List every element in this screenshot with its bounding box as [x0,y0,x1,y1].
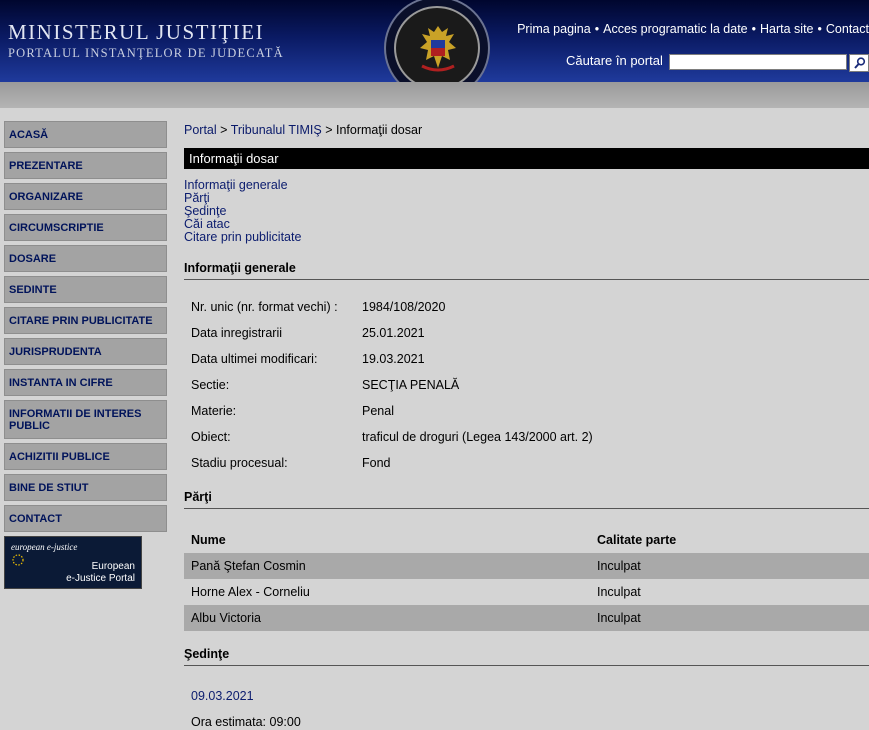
anchor-informatii-generale[interactable]: Informaţii generale [184,179,869,192]
sedinta-ora: Ora estimata: 09:00 [191,715,301,729]
search-button[interactable] [849,54,869,72]
table-row: Albu Victoria Inculpat [184,605,869,631]
party-role: Inculpat [597,585,641,599]
info-row: Materie: Penal [184,398,869,424]
nav-acces-programatic[interactable]: Acces programatic la date [603,22,748,36]
info-row: Stadiu procesual: Fond [184,450,869,476]
info-value: Penal [362,404,394,418]
info-value: traficul de droguri (Legea 143/2000 art.… [362,430,593,444]
sidebar-item-dosare[interactable]: DOSARE [4,245,167,272]
sidebar-item-bine-de-stiut[interactable]: BINE DE STIUT [4,474,167,501]
site-subtitle: PORTALUL INSTANŢELOR DE JUDECATĂ [8,46,284,60]
nav-separator: • [594,22,600,36]
sidebar-item-instanta-cifre[interactable]: INSTANTA IN CIFRE [4,369,167,396]
section-heading-sedinte: Şedinţe [184,647,869,666]
sidebar-item-contact[interactable]: CONTACT [4,505,167,532]
anchor-citare[interactable]: Citare prin publicitate [184,231,869,244]
search-icon [854,57,866,69]
info-value: 19.03.2021 [362,352,425,366]
info-key: Data ultimei modificari: [191,352,318,366]
sidebar-menu: ACASĂ PREZENTARE ORGANIZARE CIRCUMSCRIPT… [4,121,168,589]
ejustice-line2: e-Justice Portal [66,573,135,584]
main-content: Portal > Tribunalul TIMIŞ > Informaţii d… [184,121,869,729]
breadcrumb-separator: > [220,123,231,137]
breadcrumb: Portal > Tribunalul TIMIŞ > Informaţii d… [184,121,869,139]
search-input[interactable] [669,54,847,70]
info-key: Materie: [191,404,237,418]
breadcrumb-current: Informaţii dosar [335,123,423,137]
general-info-list: Nr. unic (nr. format vechi) : 1984/108/2… [184,294,869,476]
nav-prima-pagina[interactable]: Prima pagina [517,22,591,36]
sidebar-item-jurisprudenta[interactable]: JURISPRUDENTA [4,338,167,365]
sidebar-item-sedinte[interactable]: SEDINTE [4,276,167,303]
top-navigation: Prima pagina • Acces programatic la date • H… [517,22,869,36]
site-header: MINISTERUL JUSTIŢIEI PORTALUL INSTANŢELO… [0,0,869,98]
table-row: Pană Ştefan Cosmin Inculpat [184,553,869,579]
anchor-parti[interactable]: Părţi [184,192,869,205]
nav-contact[interactable]: Contact [826,22,869,36]
info-key: Stadiu procesual: [191,456,288,470]
site-title[interactable]: MINISTERUL JUSTIŢIEI [8,20,264,45]
party-name: Pană Ştefan Cosmin [184,553,590,579]
column-header-nume: Nume [191,533,226,547]
info-row: Obiect: traficul de droguri (Legea 143/2… [184,424,869,450]
ejustice-portal-banner[interactable]: european e-justice European e-Justice Po… [4,536,142,589]
anchor-sedinte[interactable]: Şedinţe [184,205,869,218]
info-row: Data inregistrarii 25.01.2021 [184,320,869,346]
ejustice-line1: European [91,561,135,572]
nav-separator: • [751,22,757,36]
nav-separator: • [817,22,822,36]
info-value: 25.01.2021 [362,326,425,340]
table-header-row: Nume Calitate parte [184,527,869,553]
coat-of-arms-icon [420,26,456,72]
sidebar-item-achizitii[interactable]: ACHIZITII PUBLICE [4,443,167,470]
info-key: Obiect: [191,430,231,444]
sidebar-item-organizare[interactable]: ORGANIZARE [4,183,167,210]
info-key: Data inregistrarii [191,326,283,340]
parti-table: Nume Calitate parte Pană Ştefan Cosmin I… [184,527,869,631]
table-row: Horne Alex - Corneliu Inculpat [184,579,869,605]
info-row: Sectie: SECŢIA PENALĂ [184,372,869,398]
section-heading-parti: Părţi [184,490,869,509]
header-band [0,82,869,108]
info-value: Fond [362,456,391,470]
ejustice-tag: european e-justice [11,542,78,552]
sidebar-item-acasa[interactable]: ACASĂ [4,121,167,148]
info-key: Nr. unic (nr. format vechi) : [191,300,338,314]
party-role: Inculpat [590,553,869,579]
info-row: Nr. unic (nr. format vechi) : 1984/108/2… [184,294,869,320]
section-anchors: Informaţii generale Părţi Şedinţe Căi at… [184,179,869,244]
page-title: Informaţii dosar [184,148,869,169]
search-label: Căutare în portal [566,53,663,68]
breadcrumb-separator: > [325,123,336,137]
column-header-calitate: Calitate parte [597,533,677,547]
sedinta-date[interactable]: 09.03.2021 [184,689,869,703]
breadcrumb-portal[interactable]: Portal [184,123,217,137]
breadcrumb-tribunal[interactable]: Tribunalul TIMIŞ [231,123,322,137]
info-value: SECŢIA PENALĂ [362,378,460,392]
sidebar-item-interes-public[interactable]: INFORMATII DE INTERES PUBLIC [4,400,167,439]
eu-stars-icon [12,554,24,566]
party-name: Albu Victoria [184,605,590,631]
party-role: Inculpat [590,605,869,631]
sidebar-item-prezentare[interactable]: PREZENTARE [4,152,167,179]
party-name: Horne Alex - Corneliu [191,585,310,599]
sidebar-item-circumscriptie[interactable]: CIRCUMSCRIPTIE [4,214,167,241]
nav-harta-site[interactable]: Harta site [760,22,814,36]
info-row: Data ultimei modificari: 19.03.2021 [184,346,869,372]
sidebar-item-citare[interactable]: CITARE PRIN PUBLICITATE [4,307,167,334]
info-key: Sectie: [191,378,230,392]
section-heading-general: Informaţii generale [184,261,869,280]
info-value: 1984/108/2020 [362,300,446,314]
